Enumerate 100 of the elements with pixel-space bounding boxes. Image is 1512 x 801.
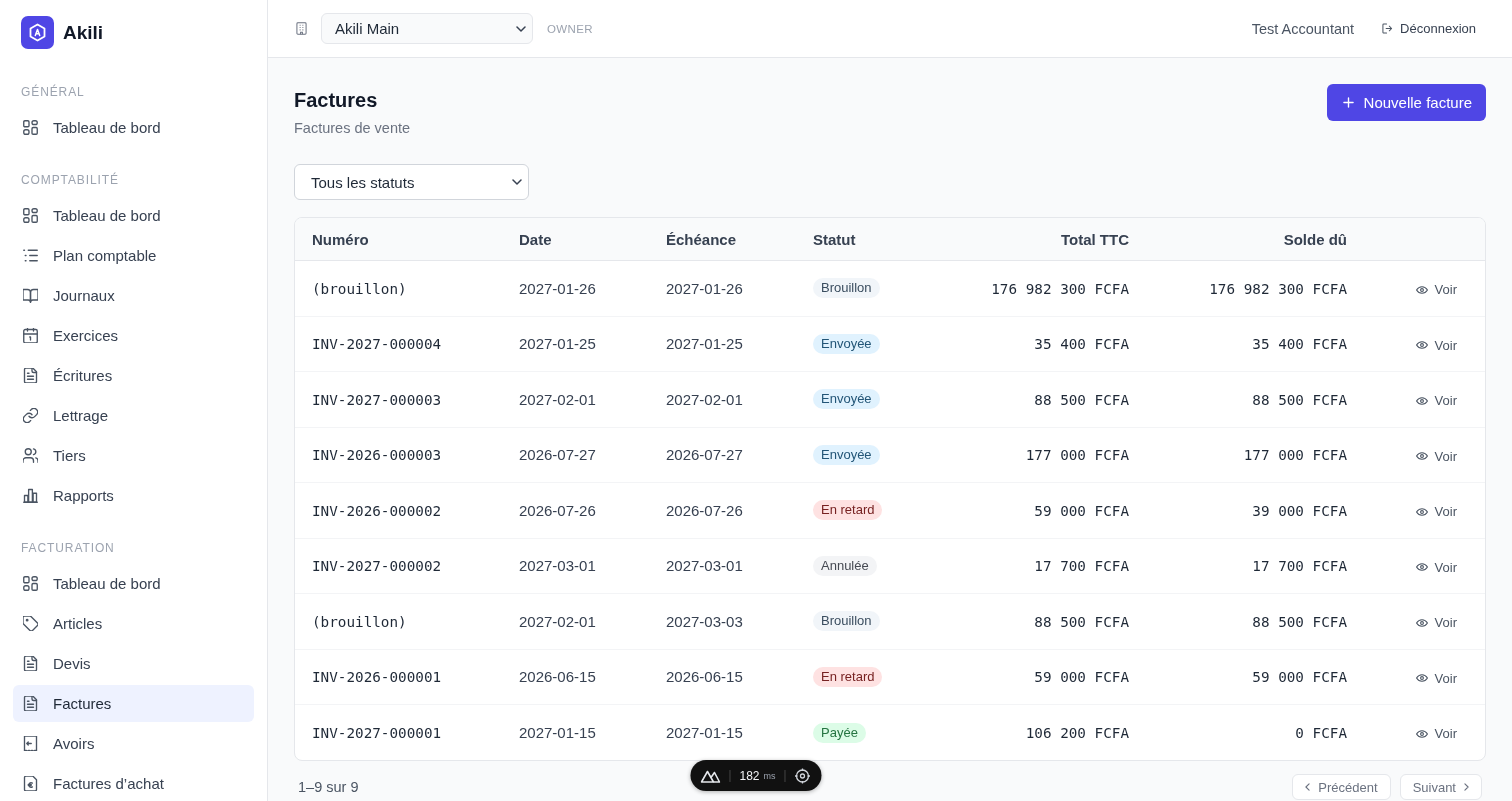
table-cell: INV-2027-000002	[312, 558, 442, 575]
logout-icon	[1382, 23, 1394, 34]
column-header: Échéance	[666, 230, 737, 248]
nav-item[interactable]: Tiers	[13, 437, 254, 474]
view-link[interactable]: Voir	[1415, 504, 1457, 519]
table-cell: 106 200 FCFA	[1025, 725, 1129, 741]
calendar-icon	[23, 328, 38, 343]
book-icon	[23, 288, 38, 303]
table-cell: 59 000 FCFA	[1034, 669, 1129, 686]
status-badge: Envoyée	[813, 333, 880, 354]
brand-name: Akili	[63, 21, 104, 44]
role-label: OWNER	[547, 22, 594, 35]
view-link[interactable]: Voir	[1415, 615, 1457, 630]
table-cell: 88 500 FCFA	[1034, 613, 1129, 630]
list-icon	[23, 248, 38, 263]
status-filter-select[interactable]: Tous les statuts	[294, 164, 529, 200]
status-badge: Brouillon	[813, 611, 880, 632]
nav-item[interactable]: Tableau de bord	[13, 565, 254, 602]
organization-select[interactable]: Akili Main	[321, 13, 533, 44]
plus-icon	[1342, 97, 1354, 108]
grid-icon	[23, 208, 38, 223]
nav-item[interactable]: Avoirs	[13, 725, 254, 762]
nav-item[interactable]: Articles	[13, 605, 254, 642]
page-subtitle: Factures de vente	[294, 119, 411, 138]
nav-item[interactable]: Plan comptable	[13, 237, 254, 274]
nav-item[interactable]: Tableau de bord	[13, 197, 254, 234]
nav-item[interactable]: Lettrage	[13, 397, 254, 434]
document-icon	[23, 368, 38, 383]
link-icon	[23, 408, 38, 423]
table-cell: 2027-01-25	[666, 335, 743, 353]
table-cell: INV-2027-000004	[312, 336, 442, 353]
status-badge: Annulée	[813, 555, 877, 576]
new-invoice-button[interactable]: Nouvelle facture	[1326, 84, 1486, 121]
column-header: Numéro	[312, 230, 369, 248]
time-unit: ms	[763, 770, 776, 781]
table-cell: 2026-07-27	[519, 446, 596, 464]
users-icon	[23, 448, 38, 463]
view-link[interactable]: Voir	[1415, 670, 1457, 686]
eye-icon	[1415, 618, 1428, 627]
table-cell: 2027-02-01	[666, 390, 743, 408]
view-link[interactable]: Voir	[1415, 337, 1457, 353]
table-cell: 35 400 FCFA	[1252, 336, 1347, 353]
status-badge: Envoyée	[813, 389, 880, 410]
mountain-logo-icon[interactable]	[700, 768, 721, 783]
logout-button[interactable]: Déconnexion	[1382, 21, 1476, 36]
status-badge: En retard	[813, 666, 883, 687]
view-link[interactable]: Voir	[1415, 448, 1457, 464]
pagination-summary: 1–9 sur 9	[298, 779, 359, 795]
table-cell: 35 400 FCFA	[1034, 336, 1129, 353]
receipt-icon	[23, 736, 38, 751]
table-cell: 2026-07-26	[666, 501, 743, 519]
table-cell: 2027-03-01	[666, 557, 743, 575]
nav-item[interactable]: Factures d’achat	[13, 765, 254, 801]
section-title: FACTURATION	[20, 540, 116, 556]
nav-item[interactable]: Exercices	[13, 317, 254, 354]
view-link[interactable]: Voir	[1415, 726, 1457, 742]
crosshair-icon[interactable]	[794, 767, 811, 784]
table-cell: 2026-07-27	[666, 446, 743, 464]
eye-icon	[1415, 507, 1428, 516]
table-cell: INV-2026-000003	[312, 447, 442, 464]
eye-icon	[1415, 396, 1428, 405]
nav-item[interactable]: Rapports	[13, 477, 254, 514]
table-cell: 2026-07-26	[519, 501, 596, 519]
column-header: Statut	[813, 230, 856, 248]
nav-item[interactable]: Devis	[13, 645, 254, 682]
table-cell: INV-2027-000001	[312, 725, 442, 741]
table-cell: 2027-01-26	[666, 279, 743, 297]
logo-icon	[21, 16, 54, 49]
table-cell: 88 500 FCFA	[1252, 613, 1347, 630]
tag-icon	[23, 616, 38, 631]
document-icon	[23, 656, 38, 671]
table-cell: 2027-03-03	[666, 612, 743, 630]
chevron-down-icon	[512, 179, 522, 185]
table-cell: 177 000 FCFA	[1025, 447, 1129, 464]
eye-icon	[1415, 674, 1428, 682]
eye-icon	[1415, 452, 1428, 460]
nav-item[interactable]: Écritures	[13, 357, 254, 394]
table-cell: INV-2026-000001	[312, 669, 442, 686]
nav-item[interactable]: Factures	[13, 685, 254, 722]
user-name: Test Accountant	[1251, 20, 1355, 37]
table-cell: INV-2026-000002	[312, 502, 442, 519]
chevron-down-icon	[516, 25, 526, 32]
nav-item[interactable]: Tableau de bord	[13, 109, 254, 146]
nav-item[interactable]: Journaux	[13, 277, 254, 314]
view-link[interactable]: Voir	[1415, 393, 1457, 408]
eye-icon	[1415, 729, 1428, 738]
chevron-right-icon	[1464, 783, 1469, 791]
view-link[interactable]: Voir	[1415, 282, 1457, 297]
table-cell: 2027-02-01	[519, 390, 596, 408]
table-cell: 2027-01-25	[519, 335, 596, 353]
bar-chart-icon	[23, 488, 38, 503]
table-cell: 2027-01-26	[519, 279, 596, 297]
table-cell: INV-2027-000003	[312, 391, 442, 408]
view-link[interactable]: Voir	[1415, 559, 1457, 575]
table-cell: 39 000 FCFA	[1252, 502, 1347, 519]
section-title: GÉNÉRAL	[20, 84, 86, 100]
eye-icon	[1415, 563, 1428, 571]
status-badge: Envoyée	[813, 444, 880, 465]
table-cell: 59 000 FCFA	[1252, 669, 1347, 686]
table-cell: 2027-03-01	[519, 557, 596, 575]
